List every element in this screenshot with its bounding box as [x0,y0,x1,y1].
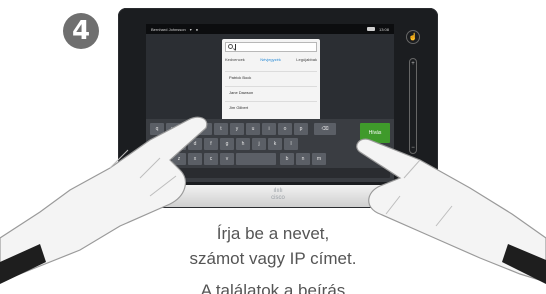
caption-line-1: Írja be a nevet, [216,224,330,243]
caption-line-2: számot vagy IP címet. [189,249,357,268]
caption-line-3: A találatok a beírás [200,281,346,294]
